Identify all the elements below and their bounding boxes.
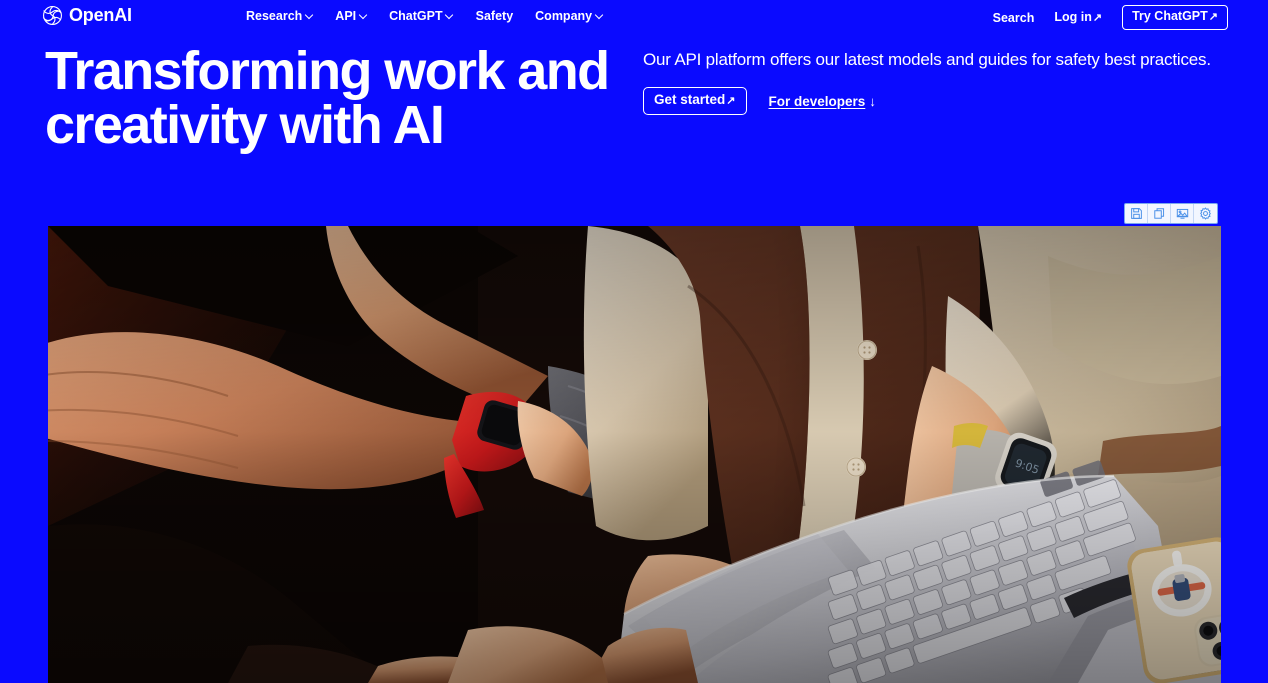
primary-nav-menu: Research API ChatGPT Safety Company [246, 9, 603, 23]
top-navigation-bar: OpenAI Research API ChatGPT Safety Compa… [0, 0, 1268, 34]
brand-logo[interactable]: OpenAI [42, 5, 132, 26]
search-label: Search [992, 10, 1035, 25]
search-button[interactable]: Search [993, 7, 1035, 29]
chevron-down-icon [595, 11, 603, 19]
hero-action-row: Get started↗ For developers ↓ [643, 87, 1213, 115]
copy-icon[interactable] [1148, 204, 1171, 223]
save-icon[interactable] [1125, 204, 1148, 223]
hero-description: Our API platform offers our latest model… [643, 50, 1211, 69]
nav-item-api[interactable]: API [335, 9, 367, 23]
nav-item-research-label: Research [246, 9, 303, 23]
settings-gear-icon[interactable] [1194, 204, 1217, 223]
nav-item-safety-label: Safety [475, 9, 514, 23]
nav-item-chatgpt[interactable]: ChatGPT [389, 9, 453, 23]
try-chatgpt-button[interactable]: Try ChatGPT↗ [1122, 5, 1228, 30]
hero-title: Transforming work and creativity with AI [45, 41, 610, 155]
arrow-up-right-icon: ↗ [726, 95, 736, 107]
get-started-label: Get started [654, 92, 726, 107]
nav-item-research[interactable]: Research [246, 9, 313, 23]
login-label: Log in [1054, 10, 1092, 24]
hero-right-column: Our API platform offers our latest model… [643, 48, 1213, 115]
nav-item-safety[interactable]: Safety [476, 9, 514, 23]
chevron-down-icon [359, 11, 367, 19]
arrow-up-right-icon: ↗ [1208, 11, 1218, 23]
openai-homepage: OpenAI Research API ChatGPT Safety Compa… [0, 0, 1268, 683]
nav-item-company-label: Company [535, 9, 593, 23]
openai-blossom-logo-icon [42, 5, 63, 26]
image-toolbar [1124, 203, 1218, 224]
get-started-button[interactable]: Get started↗ [643, 87, 747, 115]
brand-name: OpenAI [69, 5, 132, 25]
hero-image: 9:05 [48, 226, 1221, 683]
chevron-down-icon [446, 11, 454, 19]
nav-item-company[interactable]: Company [535, 9, 603, 23]
login-link[interactable]: Log in↗ [1054, 6, 1102, 29]
image-icon[interactable] [1171, 204, 1194, 223]
nav-item-api-label: API [335, 9, 357, 23]
chevron-down-icon [305, 11, 313, 19]
nav-item-chatgpt-label: ChatGPT [389, 9, 443, 23]
arrow-down-icon: ↓ [869, 93, 877, 109]
arrow-up-right-icon: ↗ [1092, 12, 1103, 24]
for-developers-link[interactable]: For developers ↓ [769, 94, 877, 109]
try-chatgpt-label: Try ChatGPT [1132, 9, 1208, 23]
nav-actions: Search Log in↗ Try ChatGPT↗ [993, 5, 1228, 30]
for-developers-label: For developers [768, 93, 866, 109]
